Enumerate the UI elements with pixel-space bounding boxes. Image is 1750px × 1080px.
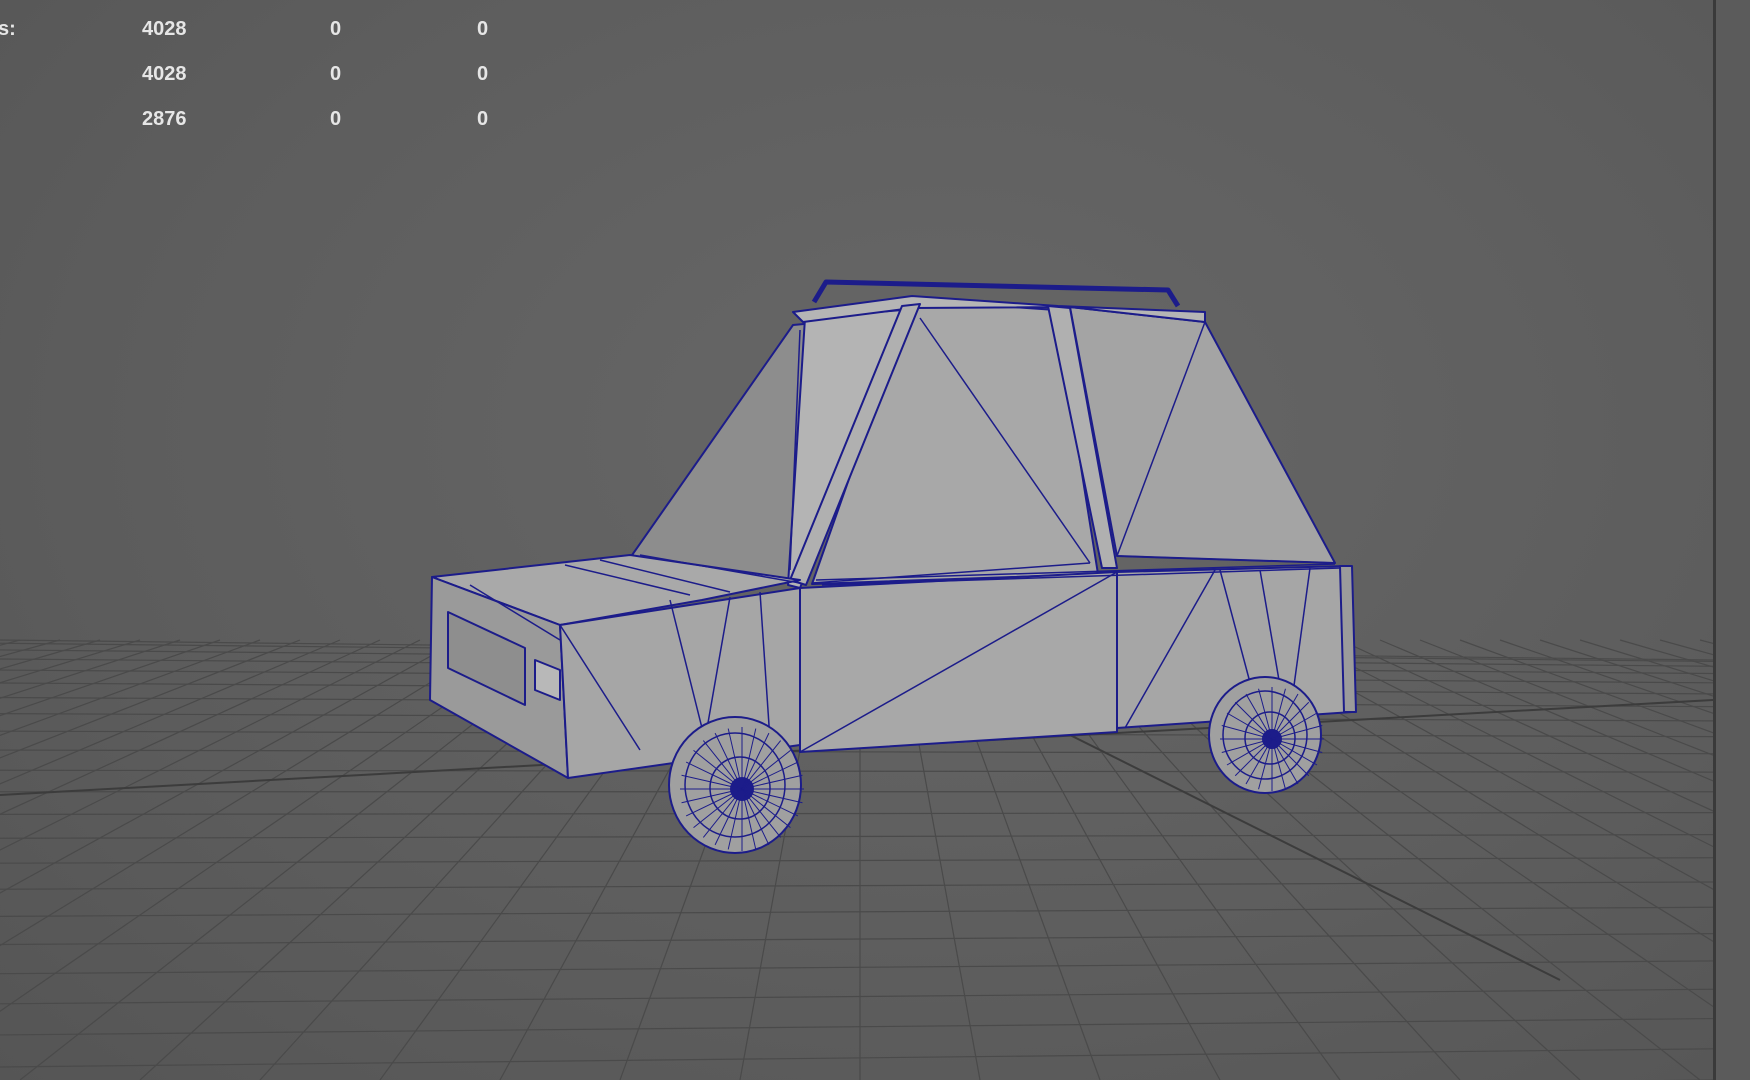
hud-row: 4028 0 0 bbox=[0, 63, 520, 108]
hud-value-object: 2876 bbox=[142, 108, 187, 130]
grid-line bbox=[0, 1048, 1713, 1068]
hud-value-selected: 0 bbox=[330, 63, 342, 85]
grid-line bbox=[0, 639, 501, 947]
hud-value-selected: 0 bbox=[330, 18, 342, 40]
hud-value-component: 0 bbox=[477, 108, 489, 130]
grid-line bbox=[0, 988, 1713, 1005]
grid-line bbox=[0, 960, 1713, 975]
grid-line bbox=[0, 639, 61, 658]
hud-value-component: 0 bbox=[477, 63, 489, 85]
grid-line bbox=[0, 857, 1713, 864]
hud-row: 2876 0 0 bbox=[0, 108, 520, 153]
poly-count-hud: s: 4028 0 0 4028 0 0 2876 0 0 bbox=[0, 18, 520, 153]
hud-value-component: 0 bbox=[477, 18, 489, 40]
grid-line bbox=[0, 906, 1713, 917]
grid-line bbox=[0, 639, 21, 646]
hud-value-selected: 0 bbox=[330, 108, 342, 130]
hud-value-object: 4028 bbox=[142, 18, 187, 40]
grid-line bbox=[0, 639, 381, 815]
car-model[interactable] bbox=[429, 279, 1357, 854]
hud-row: s: 4028 0 0 bbox=[0, 18, 520, 63]
side-panel-edge[interactable] bbox=[1716, 0, 1750, 1080]
grid-line bbox=[0, 769, 1713, 773]
grid-line bbox=[0, 639, 101, 670]
viewport-scene[interactable] bbox=[0, 0, 1713, 1080]
grid-line bbox=[0, 932, 1713, 946]
rear-bumper bbox=[1339, 565, 1357, 713]
grid-line bbox=[0, 639, 421, 851]
3d-viewport[interactable]: s: 4028 0 0 4028 0 0 2876 0 0 bbox=[0, 0, 1713, 1080]
grid-line bbox=[0, 1017, 1713, 1036]
hud-label: s: bbox=[0, 18, 16, 40]
hud-value-object: 4028 bbox=[142, 63, 187, 85]
grid-line bbox=[0, 639, 141, 684]
grid-line bbox=[0, 639, 221, 717]
grid-line bbox=[0, 811, 1713, 816]
grid-line bbox=[0, 639, 301, 759]
